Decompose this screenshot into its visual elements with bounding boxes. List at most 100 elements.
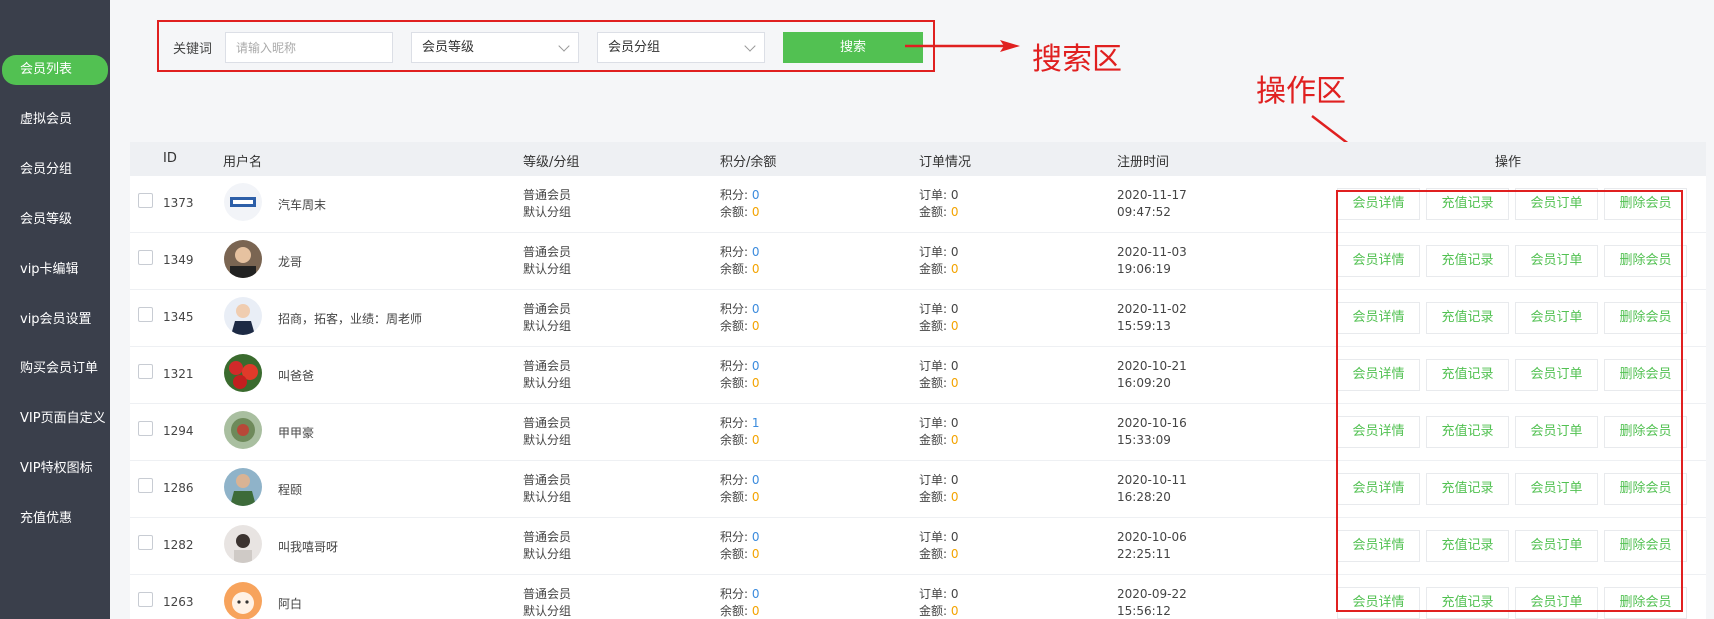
member-orders-button[interactable]: 会员订单 [1515, 188, 1598, 220]
member-orders-button[interactable]: 会员订单 [1515, 530, 1598, 562]
row-level-group: 普通会员 默认分组 [523, 586, 571, 619]
table-row: 1345 招商，拓客，业绩：周老师 普通会员 默认分组 积分: 0 余额: 0 订单: 0金… [130, 290, 1706, 347]
recharge-record-button[interactable]: 充值记录 [1426, 473, 1509, 505]
search-area-annotation: 搜索区 [1032, 42, 1122, 77]
row-level: 普通会员 [523, 302, 572, 316]
row-order-count: 0 [950, 530, 959, 544]
row-points: 0 [751, 245, 760, 259]
car-logo-avatar [224, 183, 262, 221]
row-time: 15:33:09 [1117, 433, 1171, 447]
member-orders-button[interactable]: 会员订单 [1515, 473, 1598, 505]
keyword-input[interactable] [225, 32, 393, 63]
row-level: 普通会员 [523, 188, 572, 202]
balance-label: 余额: [720, 433, 752, 447]
member-detail-button[interactable]: 会员详情 [1337, 359, 1420, 391]
row-order-count: 0 [950, 188, 959, 202]
row-username: 招商，拓客，业绩：周老师 [278, 312, 423, 326]
orders-label: 订单: [919, 416, 951, 430]
row-level-group: 普通会员 默认分组 [523, 187, 571, 221]
member-detail-button[interactable]: 会员详情 [1337, 416, 1420, 448]
row-balance: 0 [751, 604, 760, 618]
row-date: 2020-11-03 [1117, 245, 1187, 259]
level-select[interactable]: 会员等级 [411, 32, 579, 63]
delete-member-button[interactable]: 删除会员 [1604, 473, 1687, 505]
row-checkbox[interactable] [138, 478, 153, 493]
row-checkbox[interactable] [138, 421, 153, 436]
delete-member-button[interactable]: 删除会员 [1604, 587, 1687, 619]
sidebar-item-6[interactable]: 购买会员订单 [0, 354, 110, 384]
row-username: 程颐 [278, 483, 303, 497]
pale-photo-avatar [224, 525, 262, 563]
row-amount: 0 [950, 547, 959, 561]
amount-label: 金额: [919, 547, 951, 561]
member-orders-button[interactable]: 会员订单 [1515, 359, 1598, 391]
points-label: 积分: [720, 530, 752, 544]
orders-label: 订单: [919, 359, 951, 373]
row-id: 1373 [163, 196, 194, 210]
recharge-record-button[interactable]: 充值记录 [1426, 416, 1509, 448]
row-date: 2020-10-21 [1117, 359, 1187, 373]
member-detail-button[interactable]: 会员详情 [1337, 245, 1420, 277]
row-points-balance: 积分: 0 余额: 0 [720, 358, 760, 392]
member-orders-button[interactable]: 会员订单 [1515, 416, 1598, 448]
delete-member-button[interactable]: 删除会员 [1604, 530, 1687, 562]
search-button[interactable]: 搜索 [783, 32, 923, 63]
member-detail-button[interactable]: 会员详情 [1337, 530, 1420, 562]
sidebar-item-9[interactable]: 充值优惠 [0, 504, 110, 534]
row-checkbox[interactable] [138, 364, 153, 379]
row-points: 1 [751, 416, 760, 430]
recharge-record-button[interactable]: 充值记录 [1426, 587, 1509, 619]
row-checkbox[interactable] [138, 535, 153, 550]
amount-label: 金额: [919, 433, 951, 447]
sidebar-item-8[interactable]: VIP特权图标 [0, 454, 110, 484]
group-select[interactable]: 会员分组 [597, 32, 765, 63]
delete-member-button[interactable]: 删除会员 [1604, 302, 1687, 334]
orders-label: 订单: [919, 530, 951, 544]
header-reg-time: 注册时间 [1117, 155, 1170, 170]
member-orders-button[interactable]: 会员订单 [1515, 587, 1598, 619]
row-orders: 订单: 0 金额: 0 [919, 472, 959, 506]
row-points: 0 [751, 587, 760, 601]
row-checkbox[interactable] [138, 307, 153, 322]
recharge-record-button[interactable]: 充值记录 [1426, 302, 1509, 334]
balance-label: 余额: [720, 604, 752, 618]
sidebar-item-7[interactable]: VIP页面自定义 [0, 404, 110, 434]
row-level-group: 普通会员 默认分组 [523, 358, 571, 392]
delete-member-button[interactable]: 删除会员 [1604, 416, 1687, 448]
row-checkbox[interactable] [138, 193, 153, 208]
row-reg-time: 2020-10-16 15:33:09 [1117, 415, 1187, 449]
search-bar: 关键词 会员等级 会员分组 搜索 [157, 20, 935, 72]
member-detail-button[interactable]: 会员详情 [1337, 302, 1420, 334]
recharge-record-button[interactable]: 充值记录 [1426, 530, 1509, 562]
row-checkbox[interactable] [138, 250, 153, 265]
member-detail-button[interactable]: 会员详情 [1337, 188, 1420, 220]
member-orders-button[interactable]: 会员订单 [1515, 302, 1598, 334]
chevron-down-icon [744, 40, 756, 52]
sidebar-item-0[interactable]: 会员列表 [2, 55, 108, 85]
recharge-record-button[interactable]: 充值记录 [1426, 359, 1509, 391]
delete-member-button[interactable]: 删除会员 [1604, 359, 1687, 391]
member-detail-button[interactable]: 会员详情 [1337, 473, 1420, 505]
recharge-record-button[interactable]: 充值记录 [1426, 188, 1509, 220]
sidebar-item-5[interactable]: vip会员设置 [0, 305, 110, 335]
row-date: 2020-11-02 [1117, 302, 1187, 316]
row-points-balance: 积分: 0 余额: 0 [720, 529, 760, 563]
row-reg-time: 2020-11-03 19:06:19 [1117, 244, 1187, 278]
recharge-record-button[interactable]: 充值记录 [1426, 245, 1509, 277]
member-orders-button[interactable]: 会员订单 [1515, 245, 1598, 277]
sidebar-item-4[interactable]: vip卡编辑 [0, 255, 110, 285]
delete-member-button[interactable]: 删除会员 [1604, 188, 1687, 220]
row-level: 普通会员 [523, 530, 572, 544]
header-level-group: 等级/分组 [523, 155, 580, 170]
row-group: 默认分组 [523, 205, 572, 219]
delete-member-button[interactable]: 删除会员 [1604, 245, 1687, 277]
row-id: 1286 [163, 481, 194, 495]
row-balance: 0 [751, 547, 760, 561]
sidebar-item-3[interactable]: 会员等级 [0, 205, 110, 235]
sidebar-item-2[interactable]: 会员分组 [0, 155, 110, 185]
row-checkbox[interactable] [138, 592, 153, 607]
row-balance: 0 [751, 433, 760, 447]
points-label: 积分: [720, 359, 752, 373]
member-detail-button[interactable]: 会员详情 [1337, 587, 1420, 619]
sidebar-item-1[interactable]: 虚拟会员 [0, 105, 110, 135]
